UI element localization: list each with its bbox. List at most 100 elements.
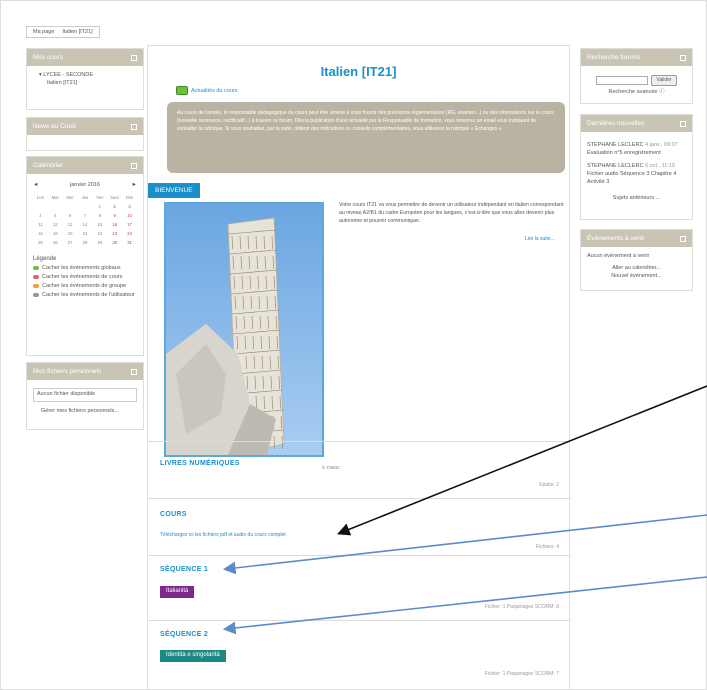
calendar-day[interactable]: 24 xyxy=(122,231,137,237)
calendar-day xyxy=(48,204,63,210)
calendar-day[interactable]: 7 xyxy=(78,213,93,219)
legend-item[interactable]: Cacher les événements de cours xyxy=(33,274,137,282)
calendar-day[interactable]: 23 xyxy=(107,231,122,237)
breadcrumb-home[interactable]: Ma page xyxy=(33,29,54,35)
help-icon[interactable]: ⓘ xyxy=(659,89,665,95)
sequence-1-badge[interactable]: Italianità xyxy=(160,586,195,598)
legend-title: Légende xyxy=(33,255,57,262)
news-item[interactable]: STEPHANE LECLERC 4 janv., 09:07 Évaluati… xyxy=(587,142,686,158)
breadcrumb-course[interactable]: Italien [IT21] xyxy=(62,29,92,35)
calendar-day[interactable]: 19 xyxy=(48,231,63,237)
calendar-day xyxy=(63,204,78,210)
calendar-day[interactable]: 20 xyxy=(63,231,78,237)
calendar-day[interactable]: 8 xyxy=(92,213,107,219)
search-submit-button[interactable]: Valider xyxy=(651,75,677,87)
course-category[interactable]: ▾ LYCEE - SECONDE xyxy=(33,72,137,80)
calendar-day[interactable]: 1 xyxy=(92,204,107,210)
advanced-search-link[interactable]: Recherche avancée ⓘ xyxy=(609,89,665,97)
calendar-legend: Cacher les événements globaux Cacher les … xyxy=(33,265,137,300)
calendar-day[interactable]: 5 xyxy=(48,213,63,219)
older-topics-link[interactable]: Sujets antérieurs ... xyxy=(587,195,686,203)
legend-swatch-icon xyxy=(33,275,39,280)
legend-swatch-icon xyxy=(33,293,39,298)
legend-item[interactable]: Cacher les événements globaux xyxy=(33,265,137,273)
collapse-icon[interactable] xyxy=(680,120,686,127)
forum-icon xyxy=(176,86,188,95)
breadcrumb: Ma page Italien [IT21] xyxy=(26,26,100,38)
calendar-weekday: Jeu xyxy=(81,194,89,200)
calendar-day[interactable]: 31 xyxy=(122,240,137,246)
calendar-day xyxy=(78,204,93,210)
latest-news-block: Dernières nouvelles STEPHANE LECLERC 4 j… xyxy=(580,114,693,220)
calendar-day xyxy=(33,204,48,210)
calendar-day[interactable]: 25 xyxy=(33,240,48,246)
private-files-block: Mes fichiers personnels Aucun fichier di… xyxy=(26,362,144,430)
calendar-day[interactable]: 17 xyxy=(122,222,137,228)
legend-label: Cacher les événements de groupe xyxy=(42,283,127,290)
calendar-grid: Lun Mar Mer Jeu Ven Sam Dim 1 2 3 4 5 6 7 8 9 10 11 12 13 14… xyxy=(33,195,137,247)
prev-month-icon[interactable]: ◄ xyxy=(33,182,38,190)
forum-search-title: Recherche forums xyxy=(587,54,641,61)
section-title: COURS xyxy=(160,511,187,518)
collapse-icon[interactable] xyxy=(131,368,137,375)
calendar-weekday: Mer xyxy=(66,194,74,200)
read-more-link[interactable]: Lire la suite... xyxy=(525,236,555,242)
calendar-day[interactable]: 9 xyxy=(107,213,122,219)
calendar-day[interactable]: 29 xyxy=(92,240,107,246)
intro-text: Votre cours IT21 va vous permettre de de… xyxy=(339,202,564,225)
section-meta: Fichiers: 4 xyxy=(535,544,559,550)
manage-files-link[interactable]: Gérer mes fichiers personnels... xyxy=(33,408,137,416)
legend-item[interactable]: Cacher les événements de groupe xyxy=(33,283,137,291)
calendar-day[interactable]: 11 xyxy=(33,222,48,228)
calendar-title: Calendrier xyxy=(33,162,63,169)
upcoming-events-block: Événements à venir Aucun événement à ven… xyxy=(580,229,693,291)
calendar-day[interactable]: 18 xyxy=(33,231,48,237)
new-event-link[interactable]: Nouvel événement... xyxy=(587,273,686,281)
calendar-day[interactable]: 6 xyxy=(63,213,78,219)
go-to-calendar-link[interactable]: Aller au calendrier... xyxy=(587,265,686,273)
collapse-icon[interactable] xyxy=(680,235,686,242)
calendar-day[interactable]: 3 xyxy=(122,204,137,210)
calendar-day[interactable]: 30 xyxy=(107,240,122,246)
collapse-icon[interactable] xyxy=(680,54,686,61)
collapse-icon[interactable] xyxy=(131,162,137,169)
sequence-2-badge[interactable]: Identità e singolarità xyxy=(160,650,226,662)
calendar-day[interactable]: 26 xyxy=(48,240,63,246)
calendar-day[interactable]: 10 xyxy=(122,213,137,219)
download-course-link[interactable]: Téléchargez ici les fichiers pdf et audi… xyxy=(160,532,286,538)
calendar-day[interactable]: 13 xyxy=(63,222,78,228)
calendar-month: janvier 2016 xyxy=(70,182,100,188)
news-item[interactable]: STEPHANE LECLERC 6 oct., 11:19 Fichier a… xyxy=(587,163,686,187)
forum-search-input[interactable] xyxy=(596,76,649,86)
latest-news-title: Dernières nouvelles xyxy=(587,120,645,127)
forum-search-block: Recherche forums Valider Recherche avanc… xyxy=(580,48,693,104)
welcome-tab: BIENVENUE xyxy=(148,183,200,198)
calendar-day[interactable]: 21 xyxy=(78,231,93,237)
collapse-icon[interactable] xyxy=(131,123,137,130)
calendar-day[interactable]: 4 xyxy=(33,213,48,219)
private-files-title: Mes fichiers personnels xyxy=(33,368,102,375)
calendar-day[interactable]: 28 xyxy=(78,240,93,246)
calendar-day[interactable]: 27 xyxy=(63,240,78,246)
next-month-icon[interactable]: ► xyxy=(132,182,137,190)
calendar-day[interactable]: 12 xyxy=(48,222,63,228)
section-meta: Fichier: 1 Paquetages SCORM: 7 xyxy=(484,671,559,677)
collapse-icon[interactable] xyxy=(131,54,137,61)
legend-swatch-icon xyxy=(33,266,39,271)
legend-item[interactable]: Cacher les événements de l'utilisateur xyxy=(33,292,137,300)
course-link[interactable]: Italien [IT21] xyxy=(33,80,137,88)
section-meta: Epubs: 2 xyxy=(539,482,559,488)
calendar-day[interactable]: 15 xyxy=(92,222,107,228)
section-meta: Fichier: 1 Paquetages SCORM: 8 xyxy=(484,604,559,610)
legend-label: Cacher les événements de cours xyxy=(42,274,123,281)
calendar-day[interactable]: 14 xyxy=(78,222,93,228)
news-forum-link[interactable]: Actualités du cours xyxy=(176,86,237,95)
legend-label: Cacher les événements de l'utilisateur xyxy=(42,292,135,299)
calendar-day[interactable]: 16 xyxy=(107,222,122,228)
pisa-tower-image xyxy=(164,202,324,457)
calendar-day[interactable]: 22 xyxy=(92,231,107,237)
legend-swatch-icon xyxy=(33,284,39,289)
calendar-day[interactable]: 2 xyxy=(107,204,122,210)
my-courses-title: Mes cours xyxy=(33,54,63,61)
my-courses-block: Mes cours ▾ LYCEE - SECONDE Italien [IT2… xyxy=(26,48,144,110)
